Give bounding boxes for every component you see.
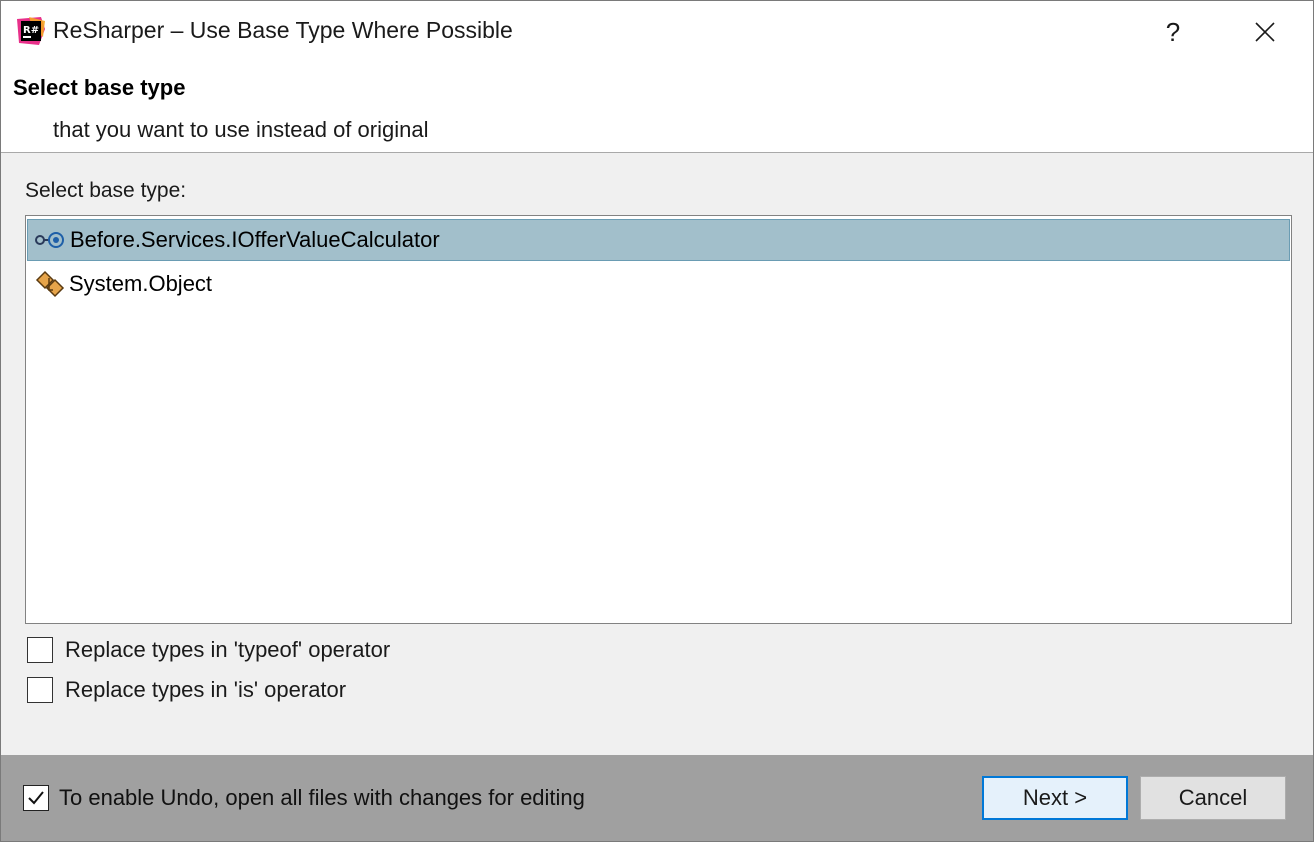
checkmark-icon	[28, 791, 44, 805]
dialog-footer: To enable Undo, open all files with chan…	[1, 755, 1313, 841]
header-title: Select base type	[13, 75, 186, 100]
enable-undo-checkbox[interactable]	[23, 785, 49, 811]
base-type-list-label: Select base type:	[25, 179, 187, 202]
close-icon	[1255, 22, 1275, 42]
wizard-header: Select base type that you want to use in…	[1, 63, 1313, 153]
header-subtitle: that you want to use instead of original	[53, 117, 429, 142]
list-item-label: System.Object	[69, 271, 213, 296]
list-item[interactable]: System.Object	[27, 263, 1290, 305]
enable-undo-option[interactable]: To enable Undo, open all files with chan…	[23, 785, 585, 811]
resharper-logo-icon: R#	[15, 15, 47, 47]
window-title: ReSharper – Use Base Type Where Possible	[53, 17, 513, 43]
list-item-label: Before.Services.IOfferValueCalculator	[70, 227, 440, 252]
next-button[interactable]: Next >	[982, 776, 1128, 820]
title-bar[interactable]: R# ReSharper – Use Base Type Where Possi…	[1, 1, 1313, 63]
base-type-listbox[interactable]: Before.Services.IOfferValueCalculator Sy…	[25, 215, 1292, 624]
replace-typeof-label: Replace types in 'typeof' operator	[65, 637, 391, 662]
logo-text: R#	[23, 25, 39, 36]
class-icon	[33, 268, 65, 300]
cancel-button[interactable]: Cancel	[1140, 776, 1286, 820]
enable-undo-label: To enable Undo, open all files with chan…	[59, 785, 585, 810]
replace-is-option[interactable]: Replace types in 'is' operator	[27, 677, 346, 703]
dialog-window: R# ReSharper – Use Base Type Where Possi…	[0, 0, 1314, 842]
replace-typeof-option[interactable]: Replace types in 'typeof' operator	[27, 637, 390, 663]
replace-is-checkbox[interactable]	[27, 677, 53, 703]
replace-is-label: Replace types in 'is' operator	[65, 677, 347, 702]
close-button[interactable]	[1219, 1, 1311, 63]
help-label: ?	[1165, 16, 1181, 47]
replace-typeof-checkbox[interactable]	[27, 637, 53, 663]
help-button[interactable]: ?	[1127, 1, 1219, 63]
list-item[interactable]: Before.Services.IOfferValueCalculator	[27, 219, 1290, 261]
interface-icon	[34, 224, 66, 256]
